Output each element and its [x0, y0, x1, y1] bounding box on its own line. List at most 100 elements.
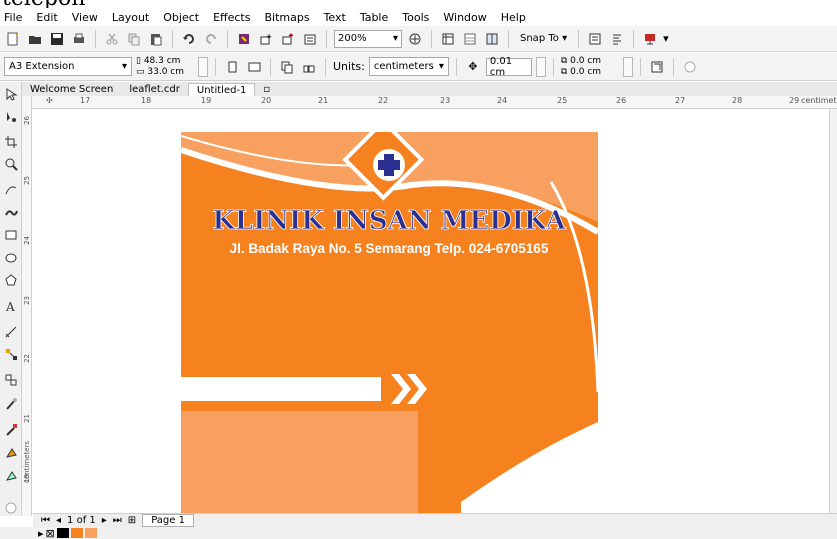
landscape-icon[interactable]	[245, 58, 263, 76]
menu-effects[interactable]: Effects	[213, 11, 250, 24]
add-tab-button[interactable]: ▫	[255, 83, 278, 96]
treat-as-filled-icon[interactable]	[648, 58, 666, 76]
shape-tool-icon[interactable]	[3, 109, 19, 125]
toolbar-separator	[578, 29, 580, 48]
page-tab[interactable]: Page 1	[142, 514, 194, 527]
h-ruler-tick: 18	[141, 96, 152, 105]
no-color-swatch[interactable]: ⊠	[46, 527, 55, 539]
search-content-icon[interactable]	[235, 30, 253, 48]
print-icon[interactable]	[70, 30, 88, 48]
toolbar-separator	[431, 29, 432, 48]
ellipse-tool-icon[interactable]	[3, 250, 19, 266]
snap-to-button[interactable]: Snap To ▾	[516, 30, 571, 48]
color-eyedropper-icon[interactable]	[3, 422, 19, 438]
welcome-screen-icon[interactable]	[641, 30, 659, 48]
tab-untitled-1[interactable]: Untitled-1	[187, 83, 256, 96]
duplicate-y-field[interactable]: ⧉ 0.0 cm	[561, 67, 619, 78]
crop-tool-icon[interactable]	[3, 134, 19, 150]
zoom-tool-icon[interactable]	[3, 156, 19, 172]
new-document-icon[interactable]	[4, 30, 22, 48]
transparency-tool-icon[interactable]	[3, 396, 19, 412]
menu-window[interactable]: Window	[443, 11, 486, 24]
duplicate-spinner[interactable]	[622, 56, 633, 77]
menu-layout[interactable]: Layout	[112, 11, 149, 24]
export-icon[interactable]	[279, 30, 297, 48]
units-label: Units:	[333, 60, 365, 73]
swatch-black[interactable]	[56, 528, 69, 538]
blend-tool-icon[interactable]	[3, 372, 19, 388]
menu-file[interactable]: File	[4, 11, 22, 24]
add-page-icon[interactable]: ⊞	[128, 515, 136, 526]
nudge-icon: ✥	[468, 60, 478, 73]
menu-bitmaps[interactable]: Bitmaps	[264, 11, 309, 24]
horizontal-ruler[interactable]: ✣ 17 18 19 20 21 22 23 24 25 26 27 28 29…	[32, 96, 837, 109]
interactive-fill-icon[interactable]	[3, 445, 19, 461]
portrait-icon[interactable]	[223, 58, 241, 76]
toolbox: A	[0, 82, 22, 516]
last-page-icon[interactable]: ⏭	[113, 515, 122, 526]
current-page-icon[interactable]	[300, 58, 318, 76]
menu-text[interactable]: Text	[324, 11, 346, 24]
connector-tool-icon[interactable]	[3, 346, 19, 362]
publish-pdf-icon[interactable]	[301, 30, 319, 48]
smart-fill-icon[interactable]	[3, 468, 19, 484]
page-height-field[interactable]: ▭ 33.0 cm	[136, 67, 194, 78]
duplicate-x-value: 0.0 cm	[570, 55, 602, 66]
show-rulers-icon[interactable]	[439, 30, 457, 48]
show-grid-icon[interactable]	[461, 30, 479, 48]
duplicate-y-value: 0.0 cm	[570, 66, 602, 77]
save-icon[interactable]	[48, 30, 66, 48]
toolbar-separator	[508, 29, 509, 48]
duplicate-x-field[interactable]: ⧉ 0.0 cm	[561, 56, 619, 67]
show-guidelines-icon[interactable]	[483, 30, 501, 48]
artistic-media-icon[interactable]	[3, 204, 19, 220]
vertical-scrollbar[interactable]	[829, 109, 837, 513]
undo-icon[interactable]	[180, 30, 198, 48]
page-height-value: 33.0 cm	[147, 66, 184, 77]
open-folder-icon[interactable]	[26, 30, 44, 48]
options-circle-icon[interactable]	[681, 58, 699, 76]
menu-help[interactable]: Help	[501, 11, 526, 24]
swatch-orange[interactable]	[70, 528, 83, 538]
menu-tools[interactable]: Tools	[402, 11, 429, 24]
page-size-select[interactable]: A3 Extension ▾	[4, 57, 132, 76]
copy-icon[interactable]	[125, 30, 143, 48]
pick-tool-icon[interactable]	[3, 86, 19, 102]
polygon-tool-icon[interactable]	[3, 272, 19, 288]
rectangle-tool-icon[interactable]	[3, 227, 19, 243]
nudge-spinner[interactable]	[535, 56, 546, 77]
cut-icon[interactable]	[103, 30, 121, 48]
tab-welcome-screen[interactable]: Welcome Screen	[22, 83, 121, 96]
tab-leaflet[interactable]: leaflet.cdr	[121, 83, 188, 96]
units-select[interactable]: centimeters ▾	[368, 57, 449, 76]
redo-icon[interactable]	[202, 30, 220, 48]
dimension-spinner[interactable]	[198, 56, 208, 77]
text-tool-icon[interactable]: A	[3, 298, 19, 314]
all-pages-icon[interactable]	[278, 58, 296, 76]
options-icon[interactable]	[586, 30, 604, 48]
zoom-level-select[interactable]: 200% ▾	[334, 29, 402, 48]
chevron-down-icon[interactable]: ▾	[663, 32, 669, 45]
vertical-ruler[interactable]: 26 25 24 23 22 21 centimeters 19	[22, 96, 32, 516]
nudge-distance-input[interactable]: 0.01 cm	[485, 56, 532, 78]
leaflet-design[interactable]: KLINIK INSAN MEDIKA Jl. Badak Raya No. 5…	[180, 118, 600, 513]
previous-page-icon[interactable]: ◂	[56, 515, 61, 526]
first-page-icon[interactable]: ⏮	[41, 515, 50, 526]
menu-table[interactable]: Table	[360, 11, 388, 24]
parallel-dimension-icon[interactable]	[3, 324, 19, 340]
menu-edit[interactable]: Edit	[36, 11, 57, 24]
import-icon[interactable]	[257, 30, 275, 48]
h-ruler-tick: 27	[675, 96, 686, 105]
add-tool-icon[interactable]	[3, 500, 19, 516]
next-page-icon[interactable]: ▸	[102, 515, 107, 526]
swatch-light-orange[interactable]	[84, 528, 97, 538]
freehand-tool-icon[interactable]	[3, 181, 19, 197]
full-screen-preview-icon[interactable]	[406, 30, 424, 48]
page-width-field[interactable]: ▯ 48.3 cm	[136, 56, 194, 67]
drawing-canvas[interactable]: KLINIK INSAN MEDIKA Jl. Badak Raya No. 5…	[33, 109, 829, 513]
document-tabs: Welcome Screen leaflet.cdr Untitled-1 ▫	[22, 82, 837, 96]
menu-object[interactable]: Object	[163, 11, 199, 24]
paste-icon[interactable]	[147, 30, 165, 48]
menu-view[interactable]: View	[72, 11, 98, 24]
application-launcher-icon[interactable]	[608, 30, 626, 48]
